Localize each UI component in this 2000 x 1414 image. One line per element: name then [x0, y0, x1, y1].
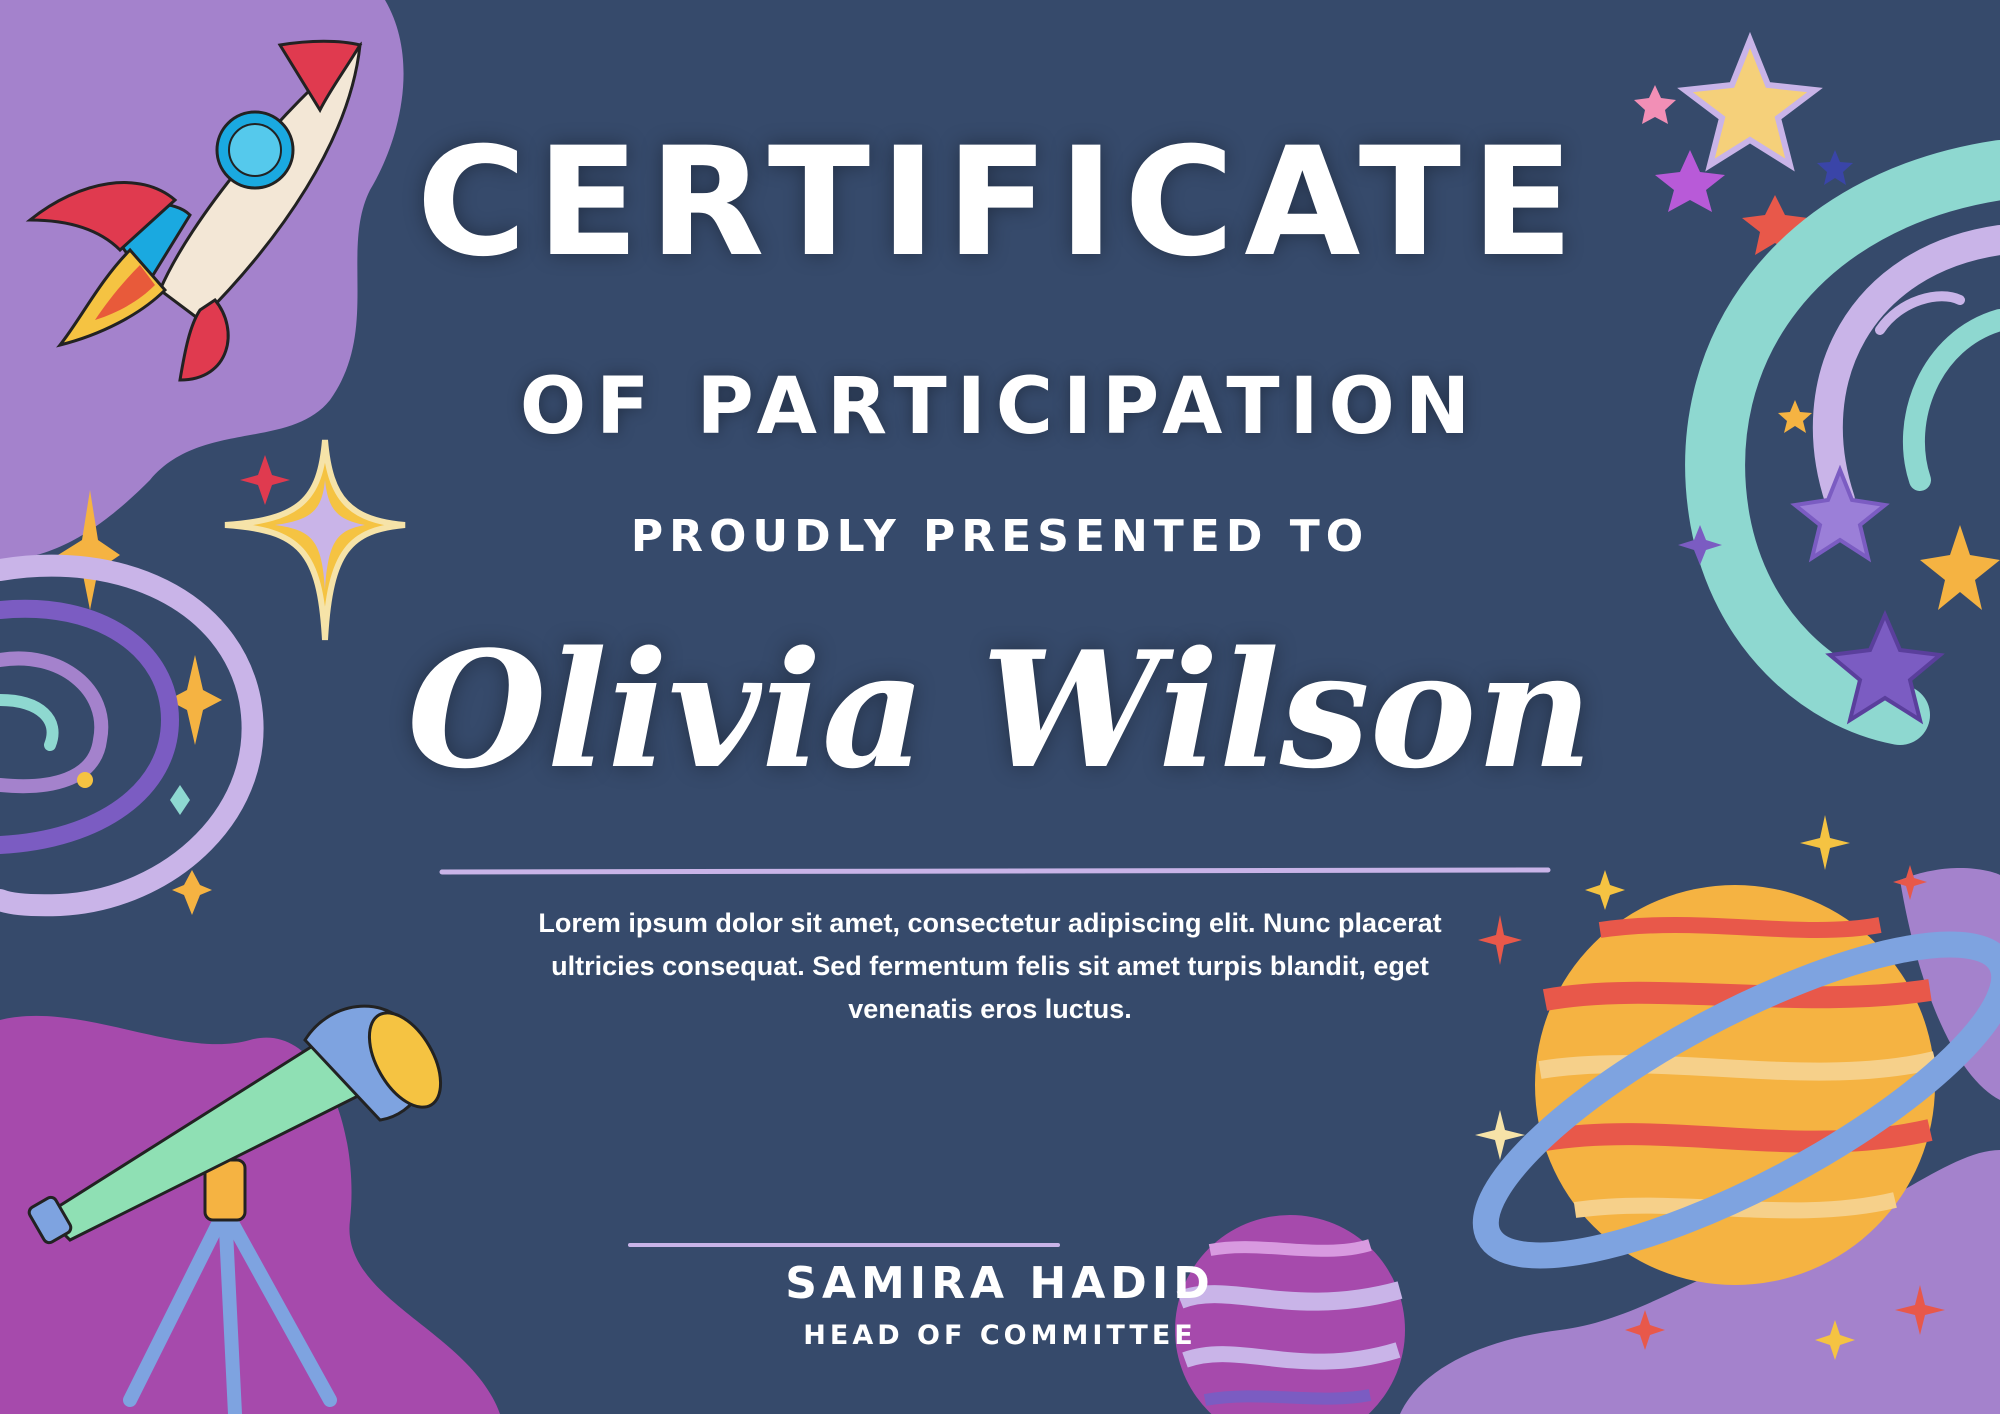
recipient-name: Olivia Wilson [407, 616, 1593, 804]
signatory-role: HEAD OF COMMITTEE [803, 1320, 1197, 1351]
certificate-title: CERTIFICATE [416, 116, 1584, 290]
signatory-name: SAMIRA HADID [785, 1258, 1215, 1309]
certificate-description: Lorem ipsum dolor sit amet, consectetur … [538, 908, 1442, 1024]
name-divider [439, 867, 1551, 875]
presented-to-label: PROUDLY PRESENTED TO [630, 511, 1370, 562]
certificate-subtitle: OF PARTICIPATION [519, 362, 1481, 452]
planet-icon [1175, 1215, 1405, 1414]
